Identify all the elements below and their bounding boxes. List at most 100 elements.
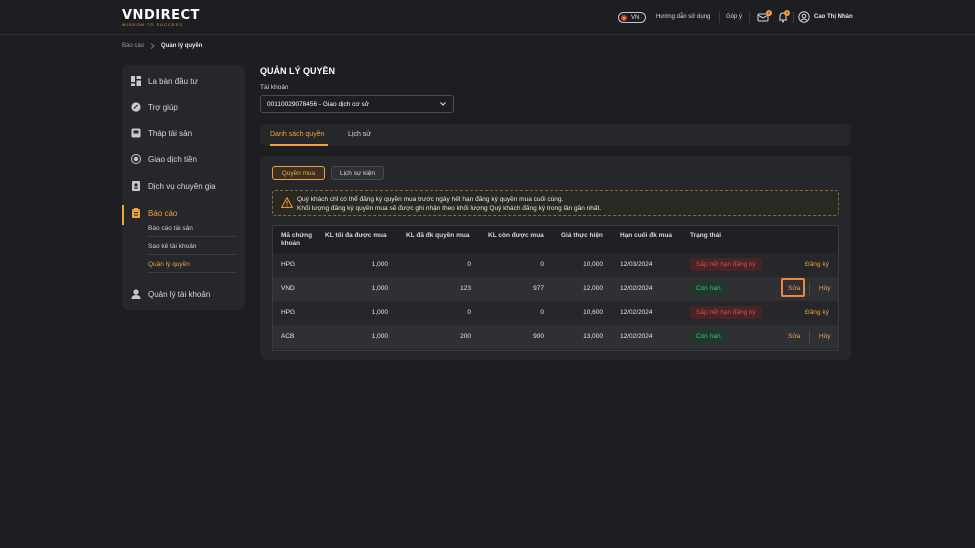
sidebar-item-help[interactable]: Trợ giúp: [122, 97, 245, 117]
rights-panel: Quyền mua Lịch sự kiện Quý khách chỉ có …: [260, 156, 851, 360]
sidebar-item-expert-service[interactable]: Dịch vụ chuyên gia: [122, 176, 245, 196]
header-code: Mã chứng khoản: [281, 232, 312, 248]
vndirect-logo[interactable]: VNDIRECT WISDOM TO SUCCESS: [122, 9, 199, 27]
sidebar-item-money-transfer[interactable]: Giao dịch tiền: [122, 149, 245, 169]
account-select[interactable]: 00110029078456 - Giao dịch cơ sở: [260, 95, 454, 113]
notice-line-2: Khối lượng đăng ký quyền mua sẽ được ghi…: [297, 205, 602, 212]
report-icon: [132, 208, 140, 218]
cell-code: HPG: [281, 261, 296, 268]
sidebar-item-asset-tower[interactable]: Tháp tài sản: [122, 123, 245, 143]
cell-price: 12,000: [583, 285, 603, 292]
cell-registered: 200: [460, 333, 471, 340]
action-divider: [809, 283, 810, 295]
register-button[interactable]: Đăng ký: [805, 261, 829, 268]
cell-code: VND: [281, 285, 295, 292]
vietnam-flag-icon: [621, 14, 627, 21]
cell-deadline: 12/02/2024: [620, 285, 653, 292]
sidebar-item-label: La bàn đầu tư: [148, 76, 198, 86]
sidebar-item-label: Giao dịch tiền: [148, 154, 197, 164]
asset-tower-icon: [131, 128, 141, 138]
edit-button[interactable]: Sửa: [788, 333, 800, 340]
header-registered: KL đã đk quyền mua: [406, 232, 470, 239]
money-transfer-icon: [131, 154, 141, 164]
filter-buy-rights[interactable]: Quyền mua: [272, 166, 325, 180]
register-button[interactable]: Đăng ký: [805, 309, 829, 316]
sidebar-item-account-management[interactable]: Quản lý tài khoản: [122, 284, 245, 304]
account-value: 00110029078456 - Giao dịch cơ sở: [267, 100, 370, 108]
notification-badge: 3: [784, 10, 790, 16]
cell-deadline: 12/02/2024: [620, 333, 653, 340]
sidebar-item-label: Báo cáo: [148, 208, 178, 218]
sidebar-subitem-rights-management[interactable]: Quản lý quyền: [148, 261, 236, 273]
status-badge: Sắp hết hạn đăng ký: [690, 306, 762, 319]
user-guide-link[interactable]: Hướng dẫn sử dụng: [656, 14, 710, 20]
cell-remaining: 0: [540, 309, 544, 316]
tab-history[interactable]: Lịch sử: [348, 131, 371, 138]
tabs-bar: Danh sách quyền Lịch sử: [260, 124, 851, 146]
header-remaining: KL còn được mua: [488, 232, 544, 239]
sidebar-item-label: Tháp tài sản: [148, 128, 193, 138]
active-tab-underline: [270, 144, 328, 146]
cancel-button[interactable]: Hủy: [819, 285, 831, 292]
cell-registered: 0: [467, 261, 471, 268]
header-deadline: Hạn cuối đk mua: [620, 232, 673, 239]
cell-remaining: 0: [540, 261, 544, 268]
tab-rights-list[interactable]: Danh sách quyền: [270, 131, 324, 138]
cell-code: HPG: [281, 309, 296, 316]
message-badge: 0: [766, 10, 772, 16]
sidebar-item-investment-compass[interactable]: La bàn đầu tư: [122, 71, 245, 91]
feedback-link[interactable]: Góp ý: [726, 14, 742, 20]
cell-max: 1,000: [371, 285, 388, 292]
sidebar: La bàn đầu tư Trợ giúp Tháp tài sản Giao…: [122, 65, 245, 310]
page-title: QUẢN LÝ QUYỀN: [260, 66, 336, 76]
header-price: Giá thực hiện: [561, 232, 603, 239]
account-label: Tài khoản: [260, 84, 289, 91]
status-badge: Còn hạn: [690, 282, 727, 295]
breadcrumb-current: Quản lý quyền: [161, 43, 203, 49]
action-divider: [809, 331, 810, 343]
breadcrumb-root[interactable]: Báo cáo: [122, 43, 144, 49]
rights-table: Mã chứng khoản KL tối đa được mua KL đã …: [272, 225, 839, 351]
sidebar-item-report[interactable]: Báo cáo: [122, 203, 245, 223]
cell-deadline: 12/02/2024: [620, 309, 653, 316]
sidebar-subitem-account-statement[interactable]: Sao kê tài khoản: [148, 243, 236, 255]
status-badge: Còn hạn: [690, 330, 727, 343]
cell-registered: 0: [467, 309, 471, 316]
filter-event-calendar[interactable]: Lịch sự kiện: [331, 166, 384, 180]
focus-highlight: [781, 278, 805, 297]
logo-tagline: WISDOM TO SUCCESS: [122, 22, 183, 27]
chevron-down-icon: [440, 102, 446, 106]
divider: [793, 12, 794, 23]
cell-price: 13,000: [583, 333, 603, 340]
language-toggle[interactable]: VN: [618, 12, 646, 23]
header-max: KL tối đa được mua: [325, 232, 387, 239]
cell-max: 1,000: [371, 309, 388, 316]
cell-max: 1,000: [371, 333, 388, 340]
table-row: HPG 1,000 0 0 10,000 12/03/2024 Sắp hết …: [273, 253, 838, 277]
sidebar-subitem-asset-report[interactable]: Báo cáo tài sản: [148, 225, 236, 237]
cell-price: 10,600: [583, 309, 603, 316]
cell-max: 1,000: [371, 261, 388, 268]
chevron-right-icon: [150, 43, 155, 49]
status-badge: Sắp hết hạn đăng ký: [690, 258, 762, 271]
header-code-line-2: khoản: [281, 240, 301, 247]
username[interactable]: Cao Thị Nhàn: [814, 14, 853, 20]
divider: [719, 12, 720, 23]
expert-service-icon: [132, 181, 140, 191]
sidebar-item-label: Dịch vụ chuyên gia: [148, 181, 216, 191]
cell-code: ACB: [281, 333, 295, 340]
cell-deadline: 12/03/2024: [620, 261, 653, 268]
cell-remaining: 900: [533, 333, 544, 340]
help-chat-icon: [131, 102, 141, 112]
divider: [749, 12, 750, 23]
cell-registered: 123: [460, 285, 471, 292]
sidebar-item-label: Trợ giúp: [148, 102, 178, 112]
notice-box: Quý khách chỉ có thể đăng ký quyền mua t…: [272, 190, 839, 216]
warning-icon: [281, 197, 293, 208]
cancel-button[interactable]: Hủy: [819, 333, 831, 340]
cell-remaining: 977: [533, 285, 544, 292]
table-row: HPG 1,000 0 0 10,600 12/02/2024 Sắp hết …: [273, 301, 838, 325]
top-bar: VNDIRECT WISDOM TO SUCCESS VN Hướng dẫn …: [0, 0, 975, 35]
user-avatar-icon[interactable]: [798, 11, 810, 23]
user-icon: [131, 289, 141, 299]
